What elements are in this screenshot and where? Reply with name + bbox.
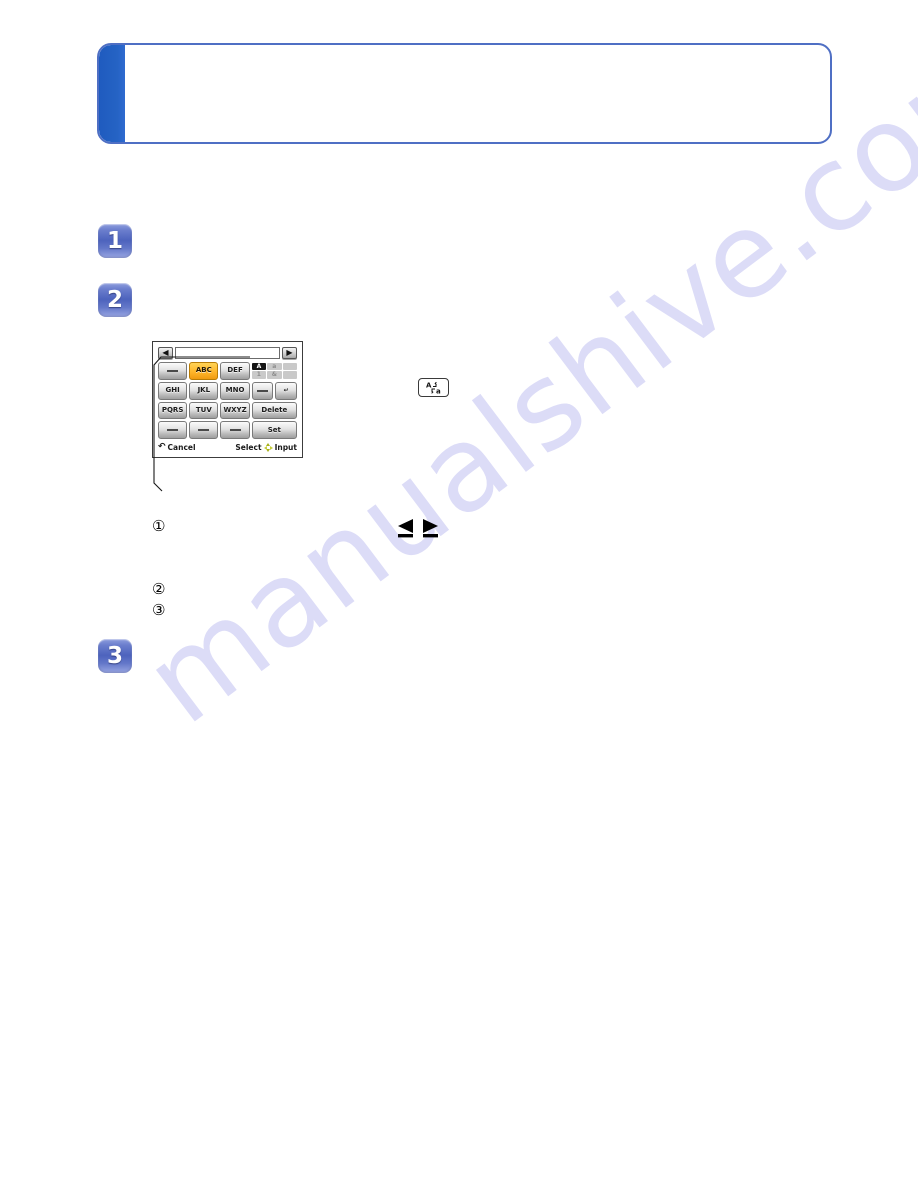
text-entry-field[interactable] (175, 347, 280, 359)
mode-cell-spare-2 (282, 371, 297, 379)
sub-item-marker-2: ② (152, 580, 166, 598)
key-case-switch-icon[interactable]: ↵ (275, 381, 297, 400)
key-blank-4[interactable] (220, 421, 250, 439)
cancel-label: Cancel (167, 443, 196, 452)
mode-cell-spare-1 (282, 363, 297, 371)
key-wxyz[interactable]: WXYZ (220, 401, 250, 420)
step-marker-1: 1 (98, 224, 132, 258)
key-jkl[interactable]: JKL (189, 381, 219, 400)
nav-left-arrow-icon[interactable]: ◀ (158, 347, 173, 359)
mode-cell-lowercase[interactable]: a (267, 363, 282, 371)
case-switch-key-icon: A a (418, 378, 449, 397)
back-arrow-icon: ↶ (158, 442, 166, 452)
nav-right-arrow-icon[interactable]: ▶ (282, 347, 297, 359)
key-set[interactable]: Set (251, 421, 297, 439)
key-blank-2[interactable] (158, 421, 188, 439)
select-input-control[interactable]: Select Input (235, 443, 297, 452)
key-pqrs[interactable]: PQRS (158, 401, 188, 420)
mode-cell-uppercase[interactable]: A (251, 363, 267, 371)
input-label: Input (274, 443, 297, 452)
page-content: 1 2 ◀ ▶ ABC DEF A a 1 & GHI JKL MNO ↵ PQ… (0, 0, 918, 1188)
character-mode-indicator[interactable]: A a 1 & (251, 362, 297, 380)
svg-text:a: a (436, 388, 441, 396)
camera-screen-illustration: ◀ ▶ ABC DEF A a 1 & GHI JKL MNO ↵ PQRS T… (152, 341, 303, 458)
sub-item-marker-3: ③ (152, 601, 166, 619)
key-blank-3[interactable] (189, 421, 219, 439)
step-marker-3: 3 (98, 639, 132, 673)
key-tuv[interactable]: TUV (189, 401, 219, 420)
key-space[interactable] (251, 381, 274, 400)
note-box (97, 43, 832, 144)
key-def[interactable]: DEF (220, 362, 250, 380)
key-ghi[interactable]: GHI (158, 381, 188, 400)
key-mno[interactable]: MNO (220, 381, 250, 400)
keypad-grid: ABC DEF A a 1 & GHI JKL MNO ↵ PQRS TUV W… (158, 362, 297, 439)
sub-item-marker-1: ① (152, 517, 166, 535)
cancel-control[interactable]: ↶ Cancel (158, 442, 196, 453)
mode-cell-symbol[interactable]: & (267, 371, 282, 379)
mode-cell-numeric[interactable]: 1 (251, 371, 267, 379)
left-right-arrow-icon (398, 519, 438, 538)
camera-screen-inner: ◀ ▶ ABC DEF A a 1 & GHI JKL MNO ↵ PQRS T… (158, 346, 297, 454)
key-blank-1[interactable] (158, 362, 188, 380)
screen-status-bar: ↶ Cancel Select Input (158, 441, 297, 454)
symbol-key-pair: ↵ (251, 381, 297, 400)
key-delete[interactable]: Delete (251, 401, 297, 420)
step-marker-2: 2 (98, 283, 132, 317)
key-abc[interactable]: ABC (189, 362, 219, 380)
note-body-text (139, 55, 816, 132)
text-entry-row: ◀ ▶ (158, 346, 297, 360)
select-label: Select (235, 443, 262, 452)
case-switch-glyph: A a (426, 382, 441, 396)
dpad-icon (263, 443, 273, 452)
note-accent-bar (99, 45, 125, 142)
svg-text:A: A (426, 382, 432, 390)
